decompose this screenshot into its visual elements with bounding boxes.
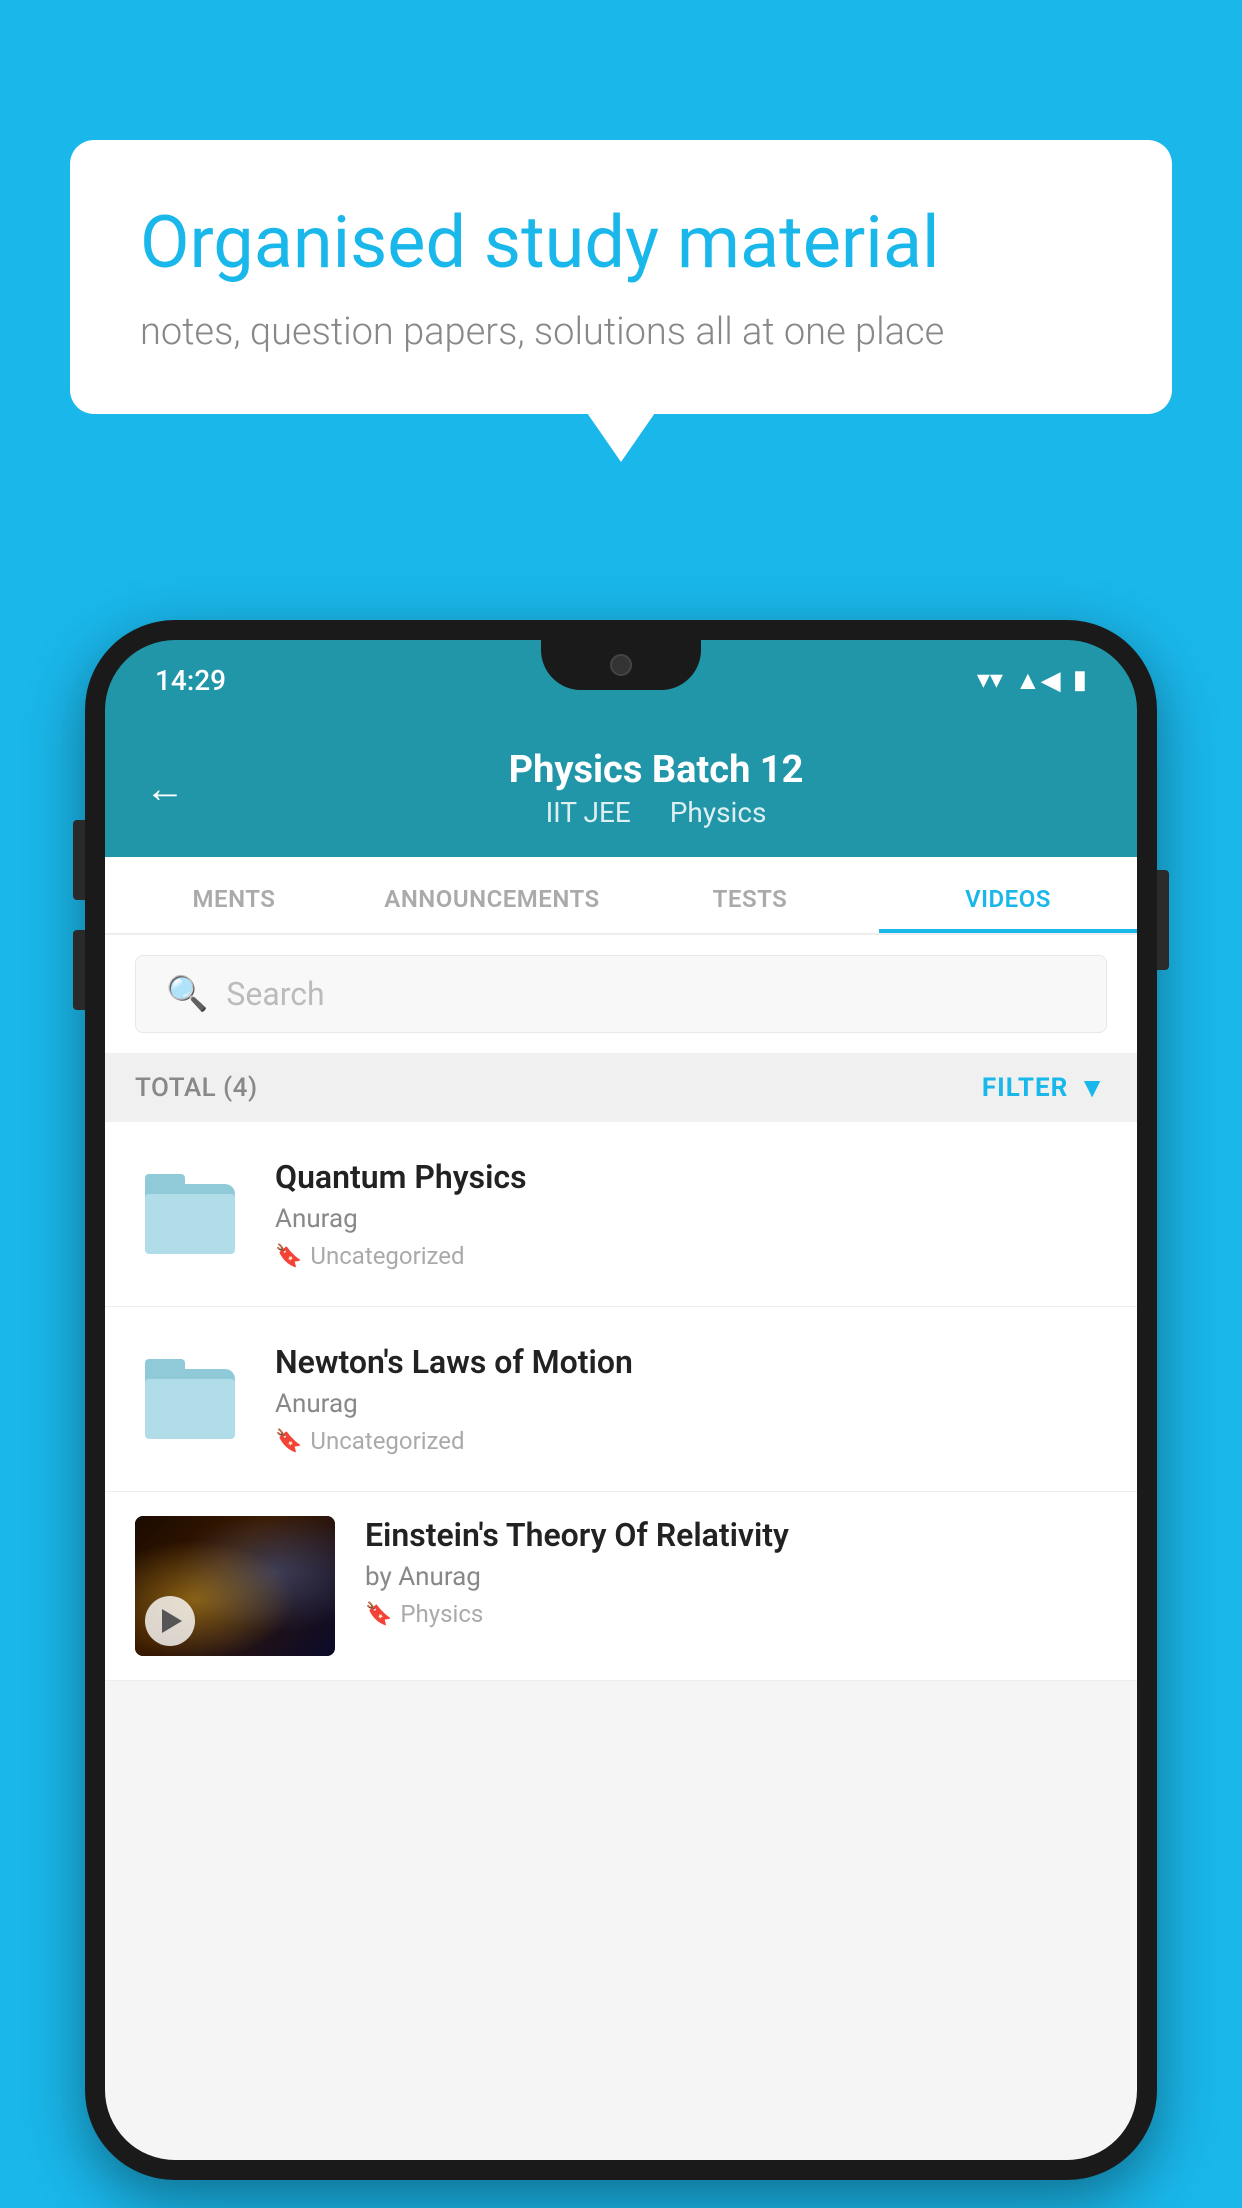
video-item-title: Newton's Laws of Motion bbox=[275, 1343, 1107, 1381]
video-item-title: Einstein's Theory Of Relativity bbox=[365, 1516, 1107, 1554]
search-box[interactable]: 🔍 Search bbox=[135, 955, 1107, 1033]
speech-bubble: Organised study material notes, question… bbox=[70, 140, 1172, 414]
search-icon: 🔍 bbox=[166, 974, 208, 1014]
battery-icon: ▮ bbox=[1073, 665, 1087, 695]
status-time: 14:29 bbox=[155, 664, 226, 697]
folder-icon bbox=[145, 1174, 235, 1254]
search-placeholder: Search bbox=[226, 975, 324, 1013]
phone-camera bbox=[610, 654, 632, 676]
phone-outer: 14:29 ▾▾ ▲◀ ▮ ← Physics Batch 12 IIT JEE bbox=[85, 620, 1157, 2180]
video-thumbnail bbox=[135, 1516, 335, 1656]
video-list: Quantum Physics Anurag 🔖 Uncategorized bbox=[105, 1122, 1137, 1681]
tab-videos[interactable]: VIDEOS bbox=[879, 857, 1137, 933]
video-item-title: Quantum Physics bbox=[275, 1158, 1107, 1196]
power-button bbox=[1157, 870, 1169, 970]
video-item-tag: 🔖 Uncategorized bbox=[275, 1427, 1107, 1455]
status-icons: ▾▾ ▲◀ ▮ bbox=[977, 665, 1087, 696]
signal-icon: ▲◀ bbox=[1015, 665, 1061, 696]
play-button[interactable] bbox=[145, 1596, 195, 1646]
phone-mockup: 14:29 ▾▾ ▲◀ ▮ ← Physics Batch 12 IIT JEE bbox=[85, 620, 1157, 2208]
filter-label: FILTER bbox=[982, 1073, 1068, 1103]
einstein-info: Einstein's Theory Of Relativity by Anura… bbox=[365, 1516, 1107, 1628]
header-subtitle-physics: Physics bbox=[670, 796, 767, 829]
list-item[interactable]: Newton's Laws of Motion Anurag 🔖 Uncateg… bbox=[105, 1307, 1137, 1492]
folder-icon bbox=[145, 1359, 235, 1439]
video-item-author: Anurag bbox=[275, 1204, 1107, 1234]
tag-icon: 🔖 bbox=[365, 1602, 392, 1627]
video-item-tag: 🔖 Uncategorized bbox=[275, 1242, 1107, 1270]
header-subtitle: IIT JEE Physics bbox=[215, 796, 1097, 829]
video-item-info: Quantum Physics Anurag 🔖 Uncategorized bbox=[275, 1158, 1107, 1270]
speech-bubble-subtitle: notes, question papers, solutions all at… bbox=[140, 310, 1102, 354]
phone-notch bbox=[541, 640, 701, 690]
tag-icon: 🔖 bbox=[275, 1429, 302, 1454]
filter-button[interactable]: FILTER ▼ bbox=[982, 1071, 1107, 1104]
folder-front bbox=[145, 1379, 235, 1439]
video-item-author: Anurag bbox=[275, 1389, 1107, 1419]
volume-up-button bbox=[73, 820, 85, 900]
video-item-info: Newton's Laws of Motion Anurag 🔖 Uncateg… bbox=[275, 1343, 1107, 1455]
list-item[interactable]: Einstein's Theory Of Relativity by Anura… bbox=[105, 1492, 1137, 1681]
folder-thumbnail bbox=[135, 1344, 245, 1454]
tab-tests[interactable]: TESTS bbox=[621, 857, 879, 933]
volume-down-button bbox=[73, 930, 85, 1010]
header-title-area: Physics Batch 12 IIT JEE Physics bbox=[215, 748, 1097, 829]
play-triangle-icon bbox=[162, 1609, 182, 1633]
tag-label: Uncategorized bbox=[310, 1427, 464, 1455]
list-item[interactable]: Quantum Physics Anurag 🔖 Uncategorized bbox=[105, 1122, 1137, 1307]
filter-icon: ▼ bbox=[1078, 1071, 1107, 1104]
tag-icon: 🔖 bbox=[275, 1244, 302, 1269]
wifi-icon: ▾▾ bbox=[977, 665, 1003, 695]
tag-label: Physics bbox=[400, 1600, 483, 1628]
header-subtitle-iitjee: IIT JEE bbox=[546, 796, 631, 829]
filter-bar: TOTAL (4) FILTER ▼ bbox=[105, 1053, 1137, 1122]
status-bar: 14:29 ▾▾ ▲◀ ▮ bbox=[105, 640, 1137, 720]
folder-thumbnail bbox=[135, 1159, 245, 1269]
video-item-tag: 🔖 Physics bbox=[365, 1600, 1107, 1628]
speech-bubble-container: Organised study material notes, question… bbox=[70, 140, 1172, 414]
tab-announcements[interactable]: ANNOUNCEMENTS bbox=[363, 857, 621, 933]
tab-ments[interactable]: MENTS bbox=[105, 857, 363, 933]
back-button[interactable]: ← bbox=[145, 765, 185, 812]
video-item-author: by Anurag bbox=[365, 1562, 1107, 1592]
phone-screen: ← Physics Batch 12 IIT JEE Physics MENTS… bbox=[105, 720, 1137, 2160]
folder-front bbox=[145, 1194, 235, 1254]
app-header: ← Physics Batch 12 IIT JEE Physics bbox=[105, 720, 1137, 857]
tabs-bar: MENTS ANNOUNCEMENTS TESTS VIDEOS bbox=[105, 857, 1137, 935]
tag-label: Uncategorized bbox=[310, 1242, 464, 1270]
speech-bubble-title: Organised study material bbox=[140, 200, 1102, 286]
search-container: 🔍 Search bbox=[105, 935, 1137, 1053]
header-title: Physics Batch 12 bbox=[215, 748, 1097, 792]
total-count: TOTAL (4) bbox=[135, 1073, 258, 1103]
